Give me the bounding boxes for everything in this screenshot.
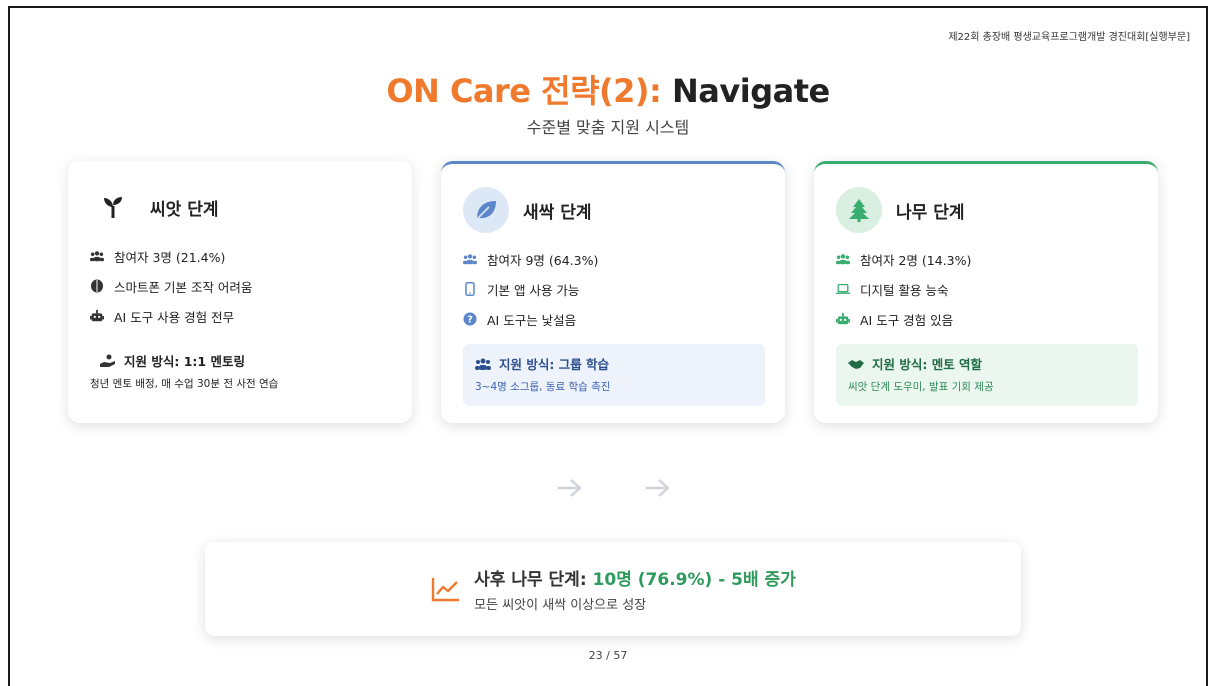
title-rest: Navigate [661,72,830,110]
support-desc: 3~4명 소그룹, 동료 학습 촉진 [475,381,611,393]
card-sprout: 새싹 단계 참여자 9명 (64.3%) 기본 앱 사용 가능 ? AI 도구는… [441,161,785,423]
support-desc: 청년 멘토 배정, 매 수업 30분 전 사전 연습 [90,378,279,390]
support-title: 지원 방식: 그룹 학습 [475,354,753,373]
tree-icon [836,187,882,233]
summary-main: 사후 나무 단계: 10명 (76.9%) - 5배 증가 [474,565,796,590]
support-title: 지원 방식: 1:1 멘토링 [100,351,380,370]
summary-content: 사후 나무 단계: 10명 (76.9%) - 5배 증가 모든 씨앗이 새싹 … [430,565,796,613]
card-title: 씨앗 단계 [150,199,219,220]
arrow-right-icon [556,476,584,504]
row-text: 스마트폰 기본 조작 어려움 [114,279,253,295]
support-title: 지원 방식: 멘토 역할 [848,354,1126,373]
summary-sub: 모든 씨앗이 새싹 이상으로 성장 [474,598,647,613]
slide-subtitle: 수준별 맞춤 지원 시스템 [526,118,690,137]
row-text: 디지털 활용 능숙 [860,282,949,298]
hand-holding-icon [100,354,116,368]
info-row: 스마트폰 기본 조작 어려움 [90,271,392,301]
robot-icon [836,312,850,326]
slide-title: ON Care 전략(2): Navigate [10,66,1206,112]
handshake-icon [848,357,864,371]
summary-box: 사후 나무 단계: 10명 (76.9%) - 5배 증가 모든 씨앗이 새싹 … [205,542,1021,636]
card-header: 씨앗 단계 [90,183,392,231]
leaf-icon [463,187,509,233]
row-text: AI 도구 사용 경험 전무 [114,309,235,325]
card-header: 나무 단계 [836,186,1138,234]
row-text: 기본 앱 사용 가능 [487,282,580,298]
robot-icon [90,309,104,323]
info-row: 디지털 활용 능숙 [836,274,1138,304]
users-icon [836,252,850,266]
brain-icon [90,279,104,293]
support-box: 지원 방식: 1:1 멘토링 청년 멘토 배정, 매 수업 30분 전 사전 연… [90,341,392,403]
row-text: AI 도구는 낯설음 [487,312,577,328]
row-text: 참여자 2명 (14.3%) [860,252,972,268]
card-header: 새싹 단계 [463,186,765,234]
chart-line-icon [430,575,462,603]
summary-label: 사후 나무 단계: [474,570,593,590]
mobile-icon [463,282,477,296]
page-number: 23 / 57 [588,649,628,662]
summary-text: 사후 나무 단계: 10명 (76.9%) - 5배 증가 모든 씨앗이 새싹 … [474,565,796,613]
info-row: AI 도구 경험 있음 [836,304,1138,334]
row-text: 참여자 9명 (64.3%) [487,252,599,268]
info-row: 참여자 2명 (14.3%) [836,244,1138,274]
card-seed: 씨앗 단계 참여자 3명 (21.4%) 스마트폰 기본 조작 어려움 AI 도… [68,161,412,423]
card-title: 나무 단계 [896,202,965,223]
info-row: 참여자 3명 (21.4%) [90,241,392,271]
laptop-icon [836,282,850,296]
info-row: AI 도구 사용 경험 전무 [90,301,392,331]
header-note: 제22회 총장배 평생교육프로그램개발 경진대회[실행부문] [948,32,1190,43]
users-icon [463,252,477,266]
support-box: 지원 방식: 그룹 학습 3~4명 소그룹, 동료 학습 촉진 [463,344,765,406]
info-row: 기본 앱 사용 가능 [463,274,765,304]
card-title: 새싹 단계 [523,202,592,223]
title-accent: ON Care 전략(2): [386,72,662,110]
support-box: 지원 방식: 멘토 역할 씨앗 단계 도우미, 발표 기회 제공 [836,344,1138,406]
summary-highlight: 10명 (76.9%) - 5배 증가 [592,570,796,590]
row-text: 참여자 3명 (21.4%) [114,249,226,265]
progress-arrows [556,476,672,504]
support-desc: 씨앗 단계 도우미, 발표 기회 제공 [848,381,994,393]
info-row: 참여자 9명 (64.3%) [463,244,765,274]
question-circle-icon: ? [463,312,477,326]
svg-text:?: ? [467,315,473,326]
users-icon [90,249,104,263]
row-text: AI 도구 경험 있음 [860,312,954,328]
seedling-icon [90,184,136,230]
arrow-right-icon [644,476,672,504]
card-tree: 나무 단계 참여자 2명 (14.3%) 디지털 활용 능숙 AI 도구 경험 … [814,161,1158,423]
group-icon [475,357,491,371]
info-row: ? AI 도구는 낯설음 [463,304,765,334]
